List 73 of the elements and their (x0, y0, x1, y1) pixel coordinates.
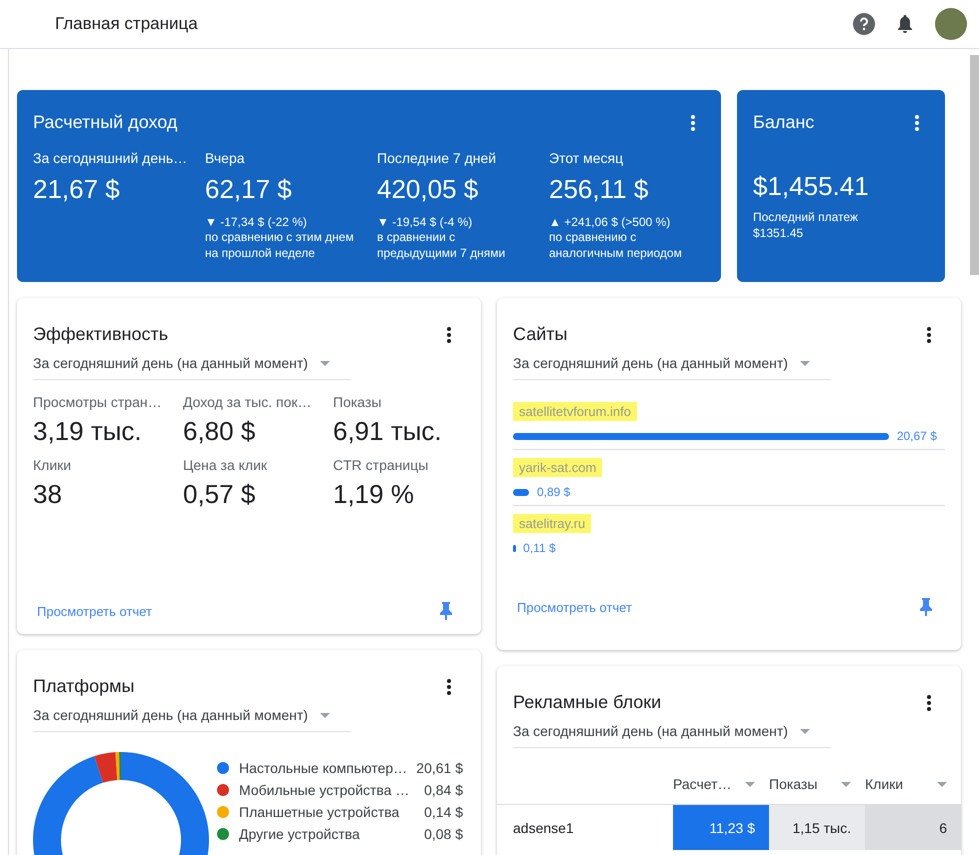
column-header[interactable]: Показы (769, 776, 865, 804)
pin-icon[interactable] (439, 602, 453, 620)
legend-label: Планшетные устройства (239, 804, 400, 820)
table-cell: 11,23 $ (673, 805, 769, 850)
site-name: yarik-sat.com (513, 458, 602, 477)
table-cell: 6 (865, 805, 961, 850)
card-title: Платформы (33, 676, 134, 697)
metric-label: Цена за клик (183, 457, 268, 473)
metric-value: 3,19 тыс. (33, 416, 143, 447)
table-cell-text: adsense1 (512, 818, 575, 838)
metric-value: 420,05 $ (377, 174, 480, 205)
metric-change: ▼ -17,34 $ (-22 %) (205, 215, 308, 229)
metric-value: 62,17 $ (205, 174, 293, 205)
card-title: Сайты (513, 324, 568, 345)
more-icon[interactable] (927, 326, 931, 342)
metric-label: Этот месяц (549, 150, 624, 166)
metric-change: ▲ +241,06 $ (>500 %) (549, 215, 672, 229)
metric-value: 256,11 $ (549, 174, 650, 205)
metric-label: Просмотры стран… (33, 394, 163, 410)
metric-value: 1,19 % (333, 479, 415, 510)
metric-value: 6,91 тыс. (333, 416, 443, 447)
period-dropdown[interactable]: За сегодняшний день (на данный момент) (513, 345, 831, 380)
metric-label: Последние 7 дней (377, 150, 498, 166)
more-icon[interactable] (927, 694, 931, 710)
more-icon[interactable] (447, 326, 451, 342)
metric-note: по сравнению с аналогичным периодом (549, 229, 683, 261)
card-title: Баланс (753, 112, 814, 133)
metric-label: Показы (333, 394, 382, 410)
site-name: satellitetvforum.info (513, 402, 637, 421)
metric-value: 6,80 $ (183, 416, 256, 447)
site-earnings: 20,67 $ (896, 429, 937, 443)
site-earnings: 0,89 $ (536, 485, 570, 499)
column-header[interactable]: Расчет… (673, 776, 769, 804)
view-report-link[interactable]: Просмотреть отчет (517, 600, 632, 614)
card-title: Эффективность (33, 324, 168, 345)
site-earnings: 0,11 $ (523, 541, 556, 555)
page-title: Главная страница (55, 14, 199, 34)
metric-label: CTR страницы (333, 457, 430, 473)
table-cell: 1,15 тыс. (769, 805, 865, 850)
payment-label: Последний платеж (753, 210, 859, 224)
legend-value: 20,61 $ (416, 760, 463, 776)
legend-value: 0,08 $ (424, 826, 463, 842)
period-dropdown[interactable]: За сегодняшний день (на данный момент) (33, 697, 351, 732)
legend-label: Мобильные устройства … (239, 782, 410, 798)
metric-label: Доход за тыс. пок… (183, 394, 312, 410)
column-header[interactable]: Клики (865, 776, 961, 804)
metric-value: 21,67 $ (33, 174, 121, 205)
metric-note: по сравнению с этим днем на прошлой неделе (205, 229, 355, 261)
card-title: Рекламные блоки (513, 692, 662, 713)
metric-note: в сравнении с предыдущими 7 днями (377, 229, 506, 261)
help-icon[interactable] (853, 13, 875, 35)
metric-change: ▼ -19,54 $ (-4 %) (377, 215, 474, 229)
metric-label: Вчера (205, 150, 246, 166)
legend-value: 0,84 $ (424, 782, 463, 798)
balance-value: $1,455.41 (753, 171, 870, 202)
card-title: Расчетный доход (33, 112, 178, 133)
legend-value: 0,14 $ (424, 804, 463, 820)
period-dropdown[interactable]: За сегодняшний день (на данный момент) (33, 345, 351, 380)
notifications-icon[interactable] (897, 14, 913, 34)
view-report-link[interactable]: Просмотреть отчет (37, 604, 152, 618)
metric-value: 38 (33, 479, 63, 510)
period-dropdown[interactable]: За сегодняшний день (на данный момент) (513, 713, 831, 748)
legend-label: Другие устройства (239, 826, 360, 842)
scrollbar[interactable] (970, 55, 979, 275)
metric-label: За сегодняшний день… (33, 150, 188, 166)
site-name: satelitray.ru (513, 514, 592, 533)
more-icon[interactable] (447, 678, 451, 694)
metric-label: Клики (33, 457, 72, 473)
pin-icon[interactable] (919, 598, 933, 616)
payment-amount: $1351.45 (753, 226, 804, 240)
avatar[interactable] (935, 8, 967, 40)
legend-label: Настольные компьютер… (239, 760, 408, 776)
metric-value: 0,57 $ (183, 479, 256, 510)
